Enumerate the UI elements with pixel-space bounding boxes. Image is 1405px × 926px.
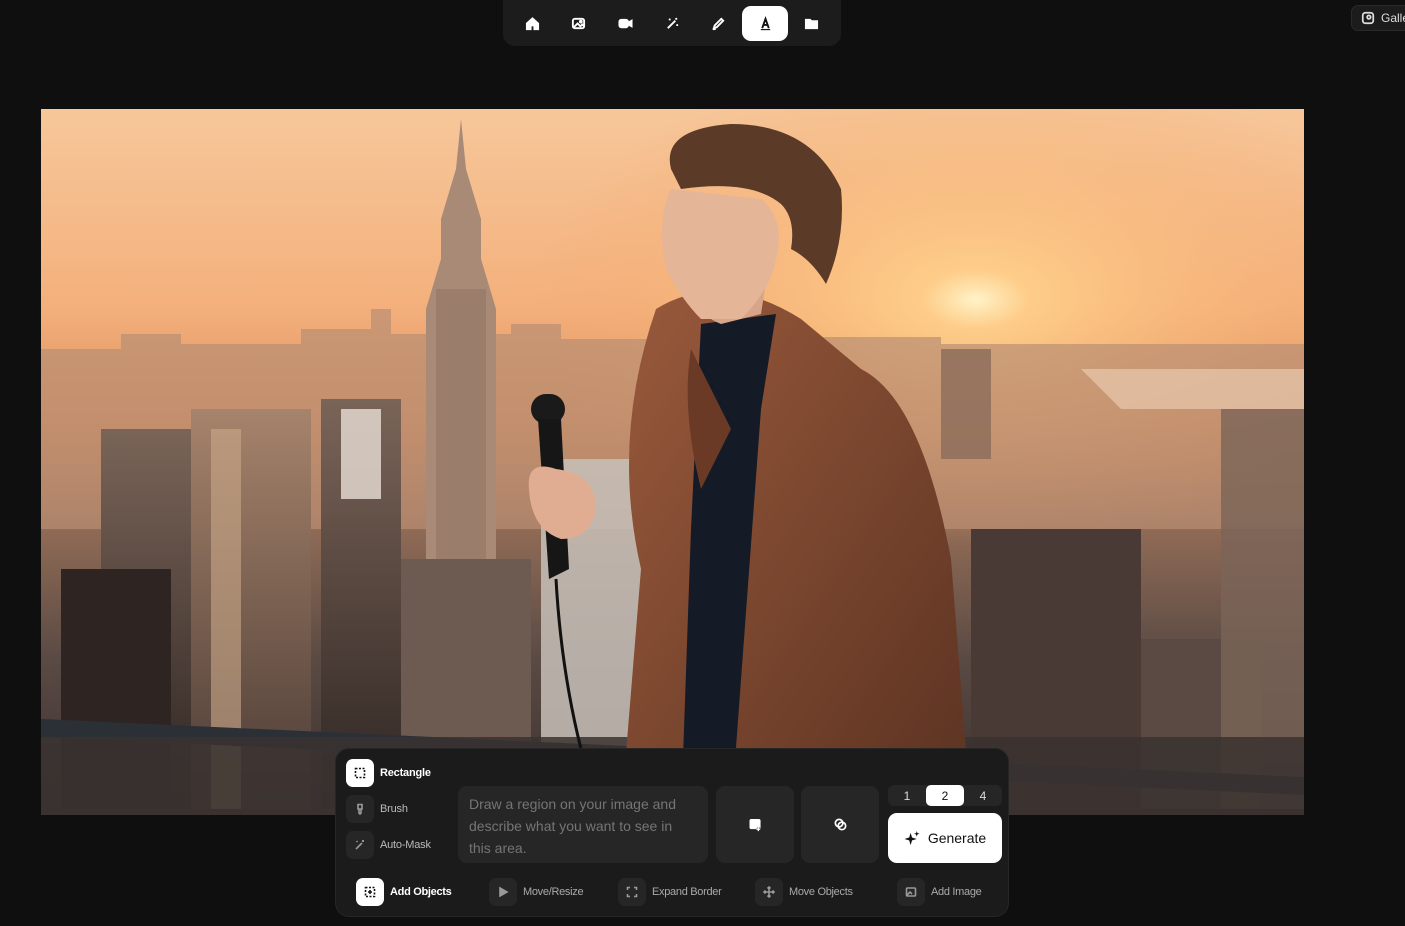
auto-mask-icon bbox=[346, 831, 374, 859]
count-option-4[interactable]: 4 bbox=[964, 785, 1002, 806]
tab-move-resize[interactable]: Move/Resize bbox=[489, 877, 584, 907]
gallery-label: Galle bbox=[1381, 11, 1405, 25]
text-edit-icon bbox=[760, 15, 770, 30]
add-image-reference-icon bbox=[749, 818, 761, 832]
tab-add-objects[interactable]: Add Objects bbox=[356, 877, 452, 907]
add-objects-icon bbox=[356, 878, 384, 906]
mode-rectangle-label: Rectangle bbox=[380, 767, 431, 779]
home-button[interactable] bbox=[509, 6, 556, 41]
add-reference-button[interactable] bbox=[716, 786, 794, 863]
editor-app: Galle bbox=[0, 0, 1405, 926]
image-canvas[interactable] bbox=[41, 109, 1304, 815]
image-icon bbox=[572, 17, 586, 29]
mode-auto-mask-label: Auto-Mask bbox=[380, 839, 431, 851]
tab-move-objects[interactable]: Move Objects bbox=[755, 877, 853, 907]
cursor-icon bbox=[489, 878, 517, 906]
rectangle-select-icon bbox=[346, 759, 374, 787]
tab-move-resize-label: Move/Resize bbox=[523, 886, 584, 898]
tab-add-image[interactable]: Add Image bbox=[897, 877, 982, 907]
count-option-1[interactable]: 1 bbox=[888, 785, 926, 806]
mode-brush-label: Brush bbox=[380, 803, 408, 815]
edit-tool-button[interactable] bbox=[695, 6, 742, 41]
home-icon bbox=[525, 16, 539, 30]
link-button[interactable] bbox=[801, 786, 879, 863]
tab-expand-border[interactable]: Expand Border bbox=[618, 877, 722, 907]
link-icon bbox=[834, 818, 846, 831]
tab-add-image-label: Add Image bbox=[931, 886, 982, 898]
prompt-input[interactable] bbox=[458, 786, 708, 863]
magic-wand-icon bbox=[666, 17, 678, 29]
add-image-icon bbox=[897, 878, 925, 906]
folder-button[interactable] bbox=[788, 6, 835, 41]
gallery-button[interactable]: Galle bbox=[1351, 5, 1405, 31]
tab-move-objects-label: Move Objects bbox=[789, 886, 853, 898]
tab-add-objects-label: Add Objects bbox=[390, 886, 452, 898]
text-tool-button[interactable] bbox=[741, 5, 789, 41]
inpaint-panel: Rectangle Brush Auto-Mask 1 2 4 bbox=[335, 748, 1009, 917]
expand-icon bbox=[618, 878, 646, 906]
top-toolbar bbox=[503, 0, 841, 46]
image-tool-button[interactable] bbox=[556, 6, 603, 41]
canvas-image bbox=[41, 109, 1304, 815]
move-icon bbox=[755, 878, 783, 906]
generate-label: Generate bbox=[927, 830, 987, 846]
mode-auto-mask[interactable]: Auto-Mask bbox=[346, 831, 431, 859]
gallery-icon bbox=[1361, 11, 1375, 25]
video-tool-button[interactable] bbox=[602, 6, 649, 41]
generate-button[interactable]: Generate bbox=[888, 813, 1002, 863]
folder-icon bbox=[805, 18, 819, 29]
count-option-2[interactable]: 2 bbox=[926, 785, 964, 806]
mode-rectangle[interactable]: Rectangle bbox=[346, 759, 431, 787]
edit-mode-tabs: Add Objects Move/Resize Expand Border Mo… bbox=[356, 877, 996, 909]
sparkle-icon bbox=[904, 830, 920, 845]
brush-icon bbox=[346, 795, 374, 823]
magic-tool-button[interactable] bbox=[649, 6, 696, 41]
output-count-selector: 1 2 4 bbox=[888, 785, 1002, 806]
video-icon bbox=[618, 18, 633, 28]
tab-expand-border-label: Expand Border bbox=[652, 886, 722, 898]
brush-pen-icon bbox=[712, 16, 725, 30]
mode-brush[interactable]: Brush bbox=[346, 795, 408, 823]
